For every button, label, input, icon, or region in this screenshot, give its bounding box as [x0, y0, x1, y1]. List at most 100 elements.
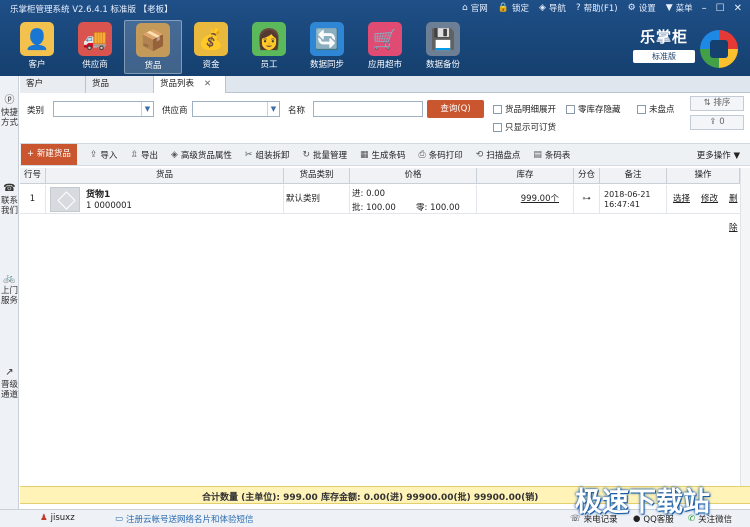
- category-select[interactable]: ▼: [53, 101, 154, 117]
- nav-goods[interactable]: 📦 货品: [124, 20, 182, 74]
- remark-time: 16:47:41: [604, 200, 640, 209]
- warehouse-tree-icon[interactable]: ⊶: [574, 185, 600, 214]
- customer-icon: 👤: [20, 22, 54, 56]
- sidebar-item-label: 联系我们: [1, 196, 19, 216]
- lock-icon: 🔒: [497, 3, 509, 13]
- title-menu-menu[interactable]: ▼ 菜单: [666, 2, 693, 14]
- sidebar-item-onsite[interactable]: 🚲 上门服务: [1, 274, 18, 307]
- checkbox-box[interactable]: [566, 104, 575, 114]
- price-in: 进: 0.00: [352, 189, 385, 199]
- nav-money[interactable]: 💰 资金: [182, 20, 240, 74]
- column-header[interactable]: 备注: [600, 168, 667, 184]
- nav-label: 员工: [260, 60, 278, 70]
- column-header[interactable]: 货品: [46, 168, 284, 184]
- edit-link[interactable]: 修改: [701, 185, 718, 214]
- sidebar-item-shortcut[interactable]: ⓟ 快捷方式: [1, 96, 18, 129]
- orderable-only-checkbox[interactable]: 只显示可订货: [493, 121, 556, 133]
- name-input[interactable]: [313, 101, 423, 117]
- home-icon: ⌂: [461, 3, 468, 13]
- barcode-table-button[interactable]: ▤ 条码表: [533, 149, 570, 161]
- phone-icon: ☎: [3, 183, 16, 194]
- close-icon[interactable]: ✕: [204, 79, 211, 89]
- checkbox-label: 只显示可订货: [505, 123, 557, 133]
- goods-name: 货物1: [86, 190, 111, 200]
- shirt-icon: ▼: [665, 3, 673, 13]
- chevron-down-icon[interactable]: ▼: [141, 102, 153, 116]
- column-header[interactable]: 操作: [667, 168, 740, 184]
- checkbox-label: 货品明细展开: [505, 105, 557, 115]
- stock-link[interactable]: 999.00个: [477, 185, 574, 214]
- column-header[interactable]: 库存: [477, 168, 574, 184]
- sort-icon: ⇅: [703, 98, 714, 108]
- nav-supplier[interactable]: 🚚 供应商: [66, 20, 124, 74]
- nav-customer[interactable]: 👤 客户: [8, 20, 66, 74]
- action-label: 导出: [140, 150, 158, 161]
- column-header[interactable]: 分仓: [574, 168, 600, 184]
- backup-icon: 💾: [426, 22, 460, 56]
- register-link[interactable]: ▭ 注册云帐号送网络名片和体验短信: [115, 513, 254, 525]
- title-menu-lock[interactable]: 🔒 锁定: [498, 2, 529, 14]
- title-menu-home[interactable]: ⌂ 官网: [462, 2, 488, 14]
- count-value: 0: [719, 117, 725, 127]
- nav-market[interactable]: 🛒 应用超市: [356, 20, 414, 74]
- brand-edition: 标准版: [633, 50, 695, 63]
- watermark: 极速下载站: [575, 487, 710, 518]
- count-button[interactable]: ⇪ 0: [690, 115, 744, 130]
- tag-icon: ◈: [170, 149, 178, 160]
- maximize-button[interactable]: ☐: [716, 3, 725, 14]
- nav-backup[interactable]: 💾 数据备份: [414, 20, 472, 74]
- checkbox-box[interactable]: [493, 104, 502, 114]
- expand-detail-checkbox[interactable]: 货品明细展开: [493, 103, 556, 115]
- brand-name: 乐掌柜: [639, 28, 688, 46]
- column-header[interactable]: 货品类别: [284, 168, 350, 184]
- tab-goods-list[interactable]: 货品列表 ✕: [154, 76, 226, 93]
- export-button[interactable]: ⇫ 导出: [130, 149, 158, 161]
- import-icon: ⇪: [89, 149, 98, 160]
- supplier-select[interactable]: ▼: [192, 101, 280, 117]
- scan-count-button[interactable]: ⟲ 扫描盘点: [476, 149, 521, 161]
- query-button[interactable]: 查询(Q): [427, 100, 484, 118]
- left-sidebar: ⓟ 快捷方式 ☎ 联系我们 🚲 上门服务 ↗ 晋级通道: [0, 76, 19, 509]
- title-menu-settings[interactable]: ⚙ 设置: [628, 2, 656, 14]
- column-header[interactable]: 行号: [20, 168, 46, 184]
- nav-employee[interactable]: 👩 员工: [240, 20, 298, 74]
- tab-customer[interactable]: 客户: [20, 76, 86, 93]
- register-label: 注册云帐号送网络名片和体验短信: [126, 515, 254, 525]
- close-button[interactable]: ✕: [734, 3, 742, 14]
- nav-label: 客户: [28, 60, 46, 70]
- delete-link[interactable]: 删除: [729, 185, 740, 243]
- checkbox-box[interactable]: [493, 122, 502, 132]
- sort-button[interactable]: ⇅ 排序: [690, 96, 744, 111]
- print-barcode-button[interactable]: ⎙ 条码打印: [419, 149, 463, 161]
- title-menu-nav[interactable]: ◈ 导航: [539, 2, 566, 14]
- new-goods-button[interactable]: + 新建货品: [21, 144, 77, 165]
- tab-label: 货品列表: [160, 79, 195, 89]
- hide-zero-stock-checkbox[interactable]: 零库存隐藏: [566, 103, 621, 115]
- select-link[interactable]: 选择: [673, 185, 690, 214]
- assemble-button[interactable]: ✂ 组装拆卸: [245, 149, 290, 161]
- checkbox-box[interactable]: [637, 104, 646, 114]
- sidebar-item-label: 晋级通道: [1, 380, 19, 400]
- title-menu-help[interactable]: ? 帮助(F1): [576, 2, 618, 14]
- sidebar-item-contact[interactable]: ☎ 联系我们: [1, 183, 19, 217]
- tab-strip: 客户 货品 货品列表 ✕: [20, 76, 750, 93]
- action-label: 条码打印: [428, 150, 463, 161]
- more-actions-button[interactable]: 更多操作 ▼: [697, 149, 740, 161]
- advanced-attributes-button[interactable]: ◈ 高级货品属性: [171, 149, 232, 161]
- vertical-scrollbar[interactable]: [740, 168, 750, 486]
- price-retail: 零: 100.00: [416, 203, 460, 213]
- checkbox-label: 零库存隐藏: [578, 105, 621, 115]
- batch-manage-button[interactable]: ↻ 批量管理: [302, 149, 347, 161]
- chevron-down-icon[interactable]: ▼: [267, 102, 279, 116]
- not-counted-checkbox[interactable]: 未盘点: [637, 103, 675, 115]
- table-row[interactable]: 1 货物1 1 0000001 默认类别 进: 0.00 批: 100.00 零…: [20, 185, 740, 233]
- goods-cell: 货物1 1 0000001: [46, 185, 284, 214]
- sidebar-item-upgrade[interactable]: ↗ 晋级通道: [1, 368, 19, 401]
- export-icon: ⇫: [130, 149, 138, 160]
- column-header[interactable]: 价格: [350, 168, 477, 184]
- minimize-button[interactable]: –: [702, 3, 707, 14]
- import-button[interactable]: ⇪ 导入: [90, 149, 118, 161]
- tab-goods[interactable]: 货品: [86, 76, 154, 93]
- generate-barcode-button[interactable]: ▦ 生成条码: [360, 149, 406, 161]
- nav-sync[interactable]: 🔄 数据同步: [298, 20, 356, 74]
